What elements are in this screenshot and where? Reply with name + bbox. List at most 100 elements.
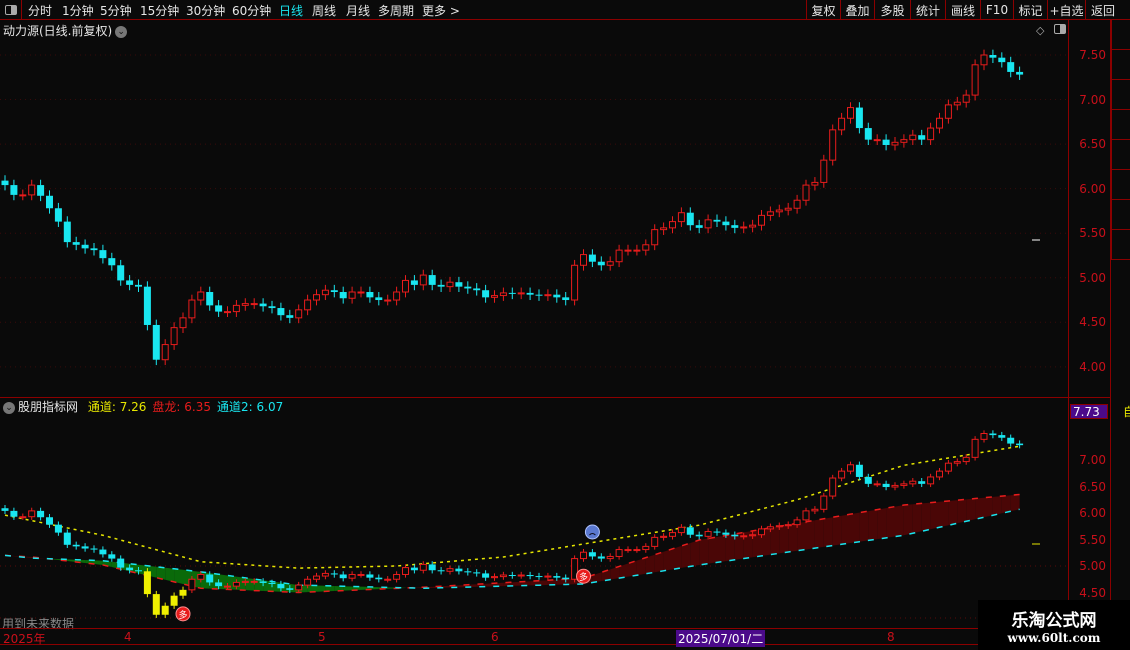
candle-body [375,577,383,580]
candle-body [10,185,18,195]
candle-body [793,199,801,209]
candle-body [295,309,303,319]
side-tab[interactable] [1111,80,1130,110]
channel-fill [94,560,103,565]
candle-body [553,576,561,578]
time-label: 5 [318,630,326,644]
side-tab[interactable] [1111,140,1130,170]
candle-body [802,184,810,201]
candle-body [1,180,9,186]
candle-body [686,212,694,226]
channel-fill [708,536,717,564]
time-label: 4 [124,630,132,644]
candle-body [402,567,409,575]
candle-body [944,104,952,119]
candle-body [749,534,757,537]
side-tab[interactable] [1111,200,1130,230]
price-tick: 6.50 [1079,137,1106,152]
candle-body [758,528,765,536]
candle-body [535,294,543,296]
candle-body [179,317,187,329]
candle-body [286,315,294,318]
candle-body [28,184,36,196]
candle-body [784,207,792,211]
candle-body [517,574,525,577]
candle-body [277,308,285,316]
side-tag[interactable]: 自 [1123,403,1130,420]
channel-fill [165,567,175,582]
candle-body [722,221,730,226]
candle-body [402,279,409,293]
channel-fill [592,572,602,583]
side-tab[interactable] [1111,20,1130,50]
candle-body [72,242,80,245]
candle-body [215,305,223,312]
candle-body [339,292,347,299]
channel-fill [690,540,700,567]
candle-body [72,544,80,547]
chevron-down-icon[interactable]: ⌄ [3,401,15,414]
candle-body [90,248,98,251]
candle-body [660,227,668,231]
candle-body [900,139,908,143]
channel-fill [610,566,620,580]
toolbar-button[interactable]: 返回 [1085,0,1120,20]
candle-body [953,101,961,106]
side-tab[interactable] [1111,50,1130,80]
indicator-tick: 6.00 [1079,506,1106,520]
candle-body [847,107,854,119]
candle-body [580,551,587,560]
candle-body [855,464,863,477]
candlestick-chart[interactable]: 多多 [0,0,1068,628]
candle-body [99,250,107,259]
candle-body [161,344,169,361]
candle-body [588,254,596,262]
candle-body [63,221,71,243]
candle-body [838,470,846,479]
candle-body [588,552,596,557]
candle-body [873,139,881,142]
candle-body [143,571,151,595]
candle-body [740,535,748,538]
channel-fill [930,501,940,530]
candle-body [944,462,952,472]
indicator-value: 通道2: 6.07 [217,400,284,414]
candle-body [526,292,534,295]
candle-body [37,185,45,196]
side-tab[interactable] [1111,110,1130,140]
side-tab[interactable] [1111,170,1130,200]
candle-body [304,299,312,311]
candle-body [268,582,276,585]
candle-body [651,229,659,246]
candle-body [766,526,774,530]
candle-body [873,483,881,486]
candle-body [197,573,205,580]
candle-body [170,327,178,346]
candle-body [669,221,676,229]
time-label: 2025年 [3,632,46,646]
candle-body [384,299,392,302]
candle-body [544,575,552,578]
candle-body [464,286,472,289]
candle-body [526,575,534,577]
channel-fill [886,506,895,538]
side-tab[interactable] [1111,230,1130,260]
candle-body [215,582,223,587]
indicator-name[interactable]: 股朋指标网 [18,400,78,414]
channel-fill [788,523,798,553]
candle-body [366,292,374,298]
channel-fill [859,511,869,542]
candle-body [553,294,561,298]
channel-fill [1010,494,1020,512]
candle-body [909,134,917,141]
buy-signal-label: 多 [579,571,588,583]
candle-body [179,589,187,596]
indicator-tick: 6.50 [1079,479,1106,494]
indicator-value: 通道: 7.26 [87,400,147,414]
candle-body [891,484,899,488]
watermark-line1: 乐淘公式网 [1011,611,1097,631]
candle-body [482,290,490,298]
channel-fill [663,548,673,571]
candle-body [437,284,445,287]
candle-body [740,226,748,229]
